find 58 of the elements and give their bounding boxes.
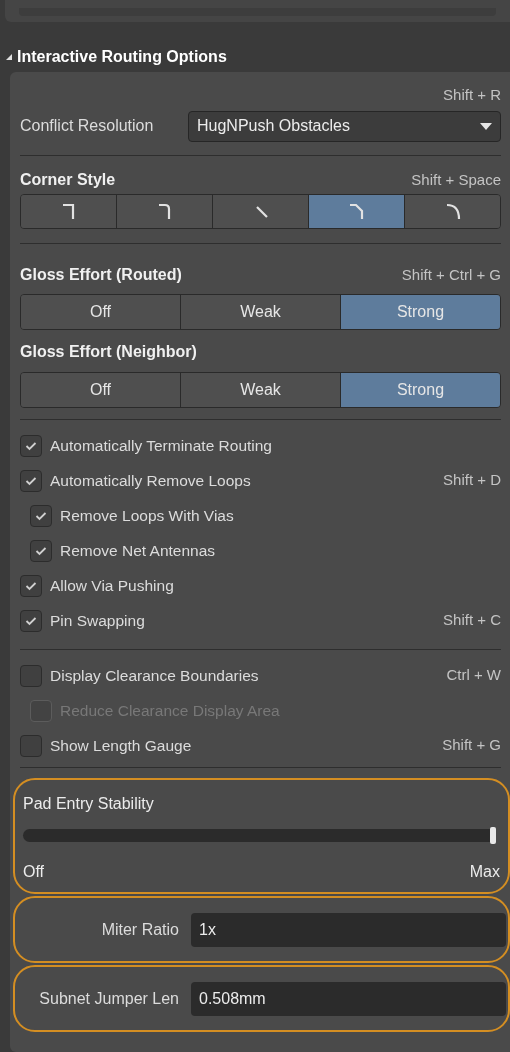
section-header[interactable]: Interactive Routing Options — [5, 45, 227, 69]
corner-style-option[interactable] — [404, 195, 500, 228]
segment-option[interactable]: Off — [21, 373, 180, 407]
section-label: Gloss Effort (Routed) — [20, 265, 182, 285]
corner-style-option[interactable] — [212, 195, 308, 228]
slider-max-label: Max — [469, 862, 500, 882]
field-label: Conflict Resolution — [20, 116, 155, 136]
corner-style-option[interactable] — [116, 195, 212, 228]
segment-option[interactable]: Weak — [180, 373, 340, 407]
checkbox-label: Remove Loops With Vias — [60, 505, 234, 526]
checkbox-label: Automatically Remove Loops — [50, 470, 251, 491]
field-label: Subnet Jumper Len — [38, 988, 180, 1009]
shortcut-label: Ctrl + W — [446, 665, 501, 686]
corner-style-option[interactable] — [21, 195, 116, 228]
input-field[interactable]: 0.508mm — [191, 981, 506, 1016]
checkbox[interactable] — [30, 539, 52, 562]
checkbox-label: Allow Via Pushing — [50, 575, 174, 596]
checkbox[interactable] — [20, 609, 42, 632]
checkbox-label: Display Clearance Boundaries — [50, 665, 259, 686]
shortcut-label: Shift + Ctrl + G — [401, 264, 501, 285]
field-label: Pad Entry Stability — [23, 794, 154, 814]
caret-icon — [480, 122, 492, 130]
section-label: Corner Style — [20, 170, 116, 190]
checkbox[interactable] — [20, 734, 42, 757]
checkbox-label: Show Length Gauge — [50, 735, 192, 756]
corner-icon — [347, 201, 366, 222]
segment-option[interactable]: Strong — [340, 295, 500, 329]
field-label: Miter Ratio — [100, 919, 180, 940]
segment-option[interactable]: Weak — [180, 295, 340, 329]
checkbox[interactable] — [20, 664, 42, 687]
segment-option[interactable]: Strong — [340, 373, 500, 407]
checkbox-label: Automatically Terminate Routing — [50, 435, 272, 456]
checkbox[interactable] — [20, 469, 42, 492]
shortcut-label: Shift + Space — [411, 169, 501, 190]
checkmark-icon — [25, 615, 37, 626]
input-field[interactable]: 1x — [191, 912, 506, 947]
corner-style-option[interactable] — [308, 195, 404, 228]
checkmark-icon — [35, 545, 47, 556]
shortcut-label: Shift + C — [443, 610, 501, 631]
checkmark-icon — [35, 510, 47, 521]
checkbox-label: Remove Net Antennas — [60, 540, 216, 561]
slider-thumb[interactable] — [490, 827, 496, 844]
dropdown[interactable]: HugNPush Obstacles — [188, 110, 501, 142]
checkbox[interactable] — [20, 574, 42, 597]
checkbox-label: Pin Swapping — [50, 610, 145, 631]
checkmark-icon — [25, 475, 37, 486]
slider-track[interactable] — [23, 829, 496, 842]
checkmark-icon — [25, 580, 37, 591]
triangle-icon — [5, 53, 13, 61]
section-label: Gloss Effort (Neighbor) — [20, 342, 197, 362]
slider-min-label: Off — [23, 862, 45, 882]
checkbox[interactable] — [30, 504, 52, 527]
checkmark-icon — [25, 440, 37, 451]
shortcut-label: Shift + D — [443, 470, 501, 491]
shortcut-label: Shift + R — [443, 85, 501, 105]
checkbox[interactable] — [20, 434, 42, 457]
segment-option[interactable]: Off — [21, 295, 180, 329]
shortcut-label: Shift + G — [442, 735, 501, 756]
